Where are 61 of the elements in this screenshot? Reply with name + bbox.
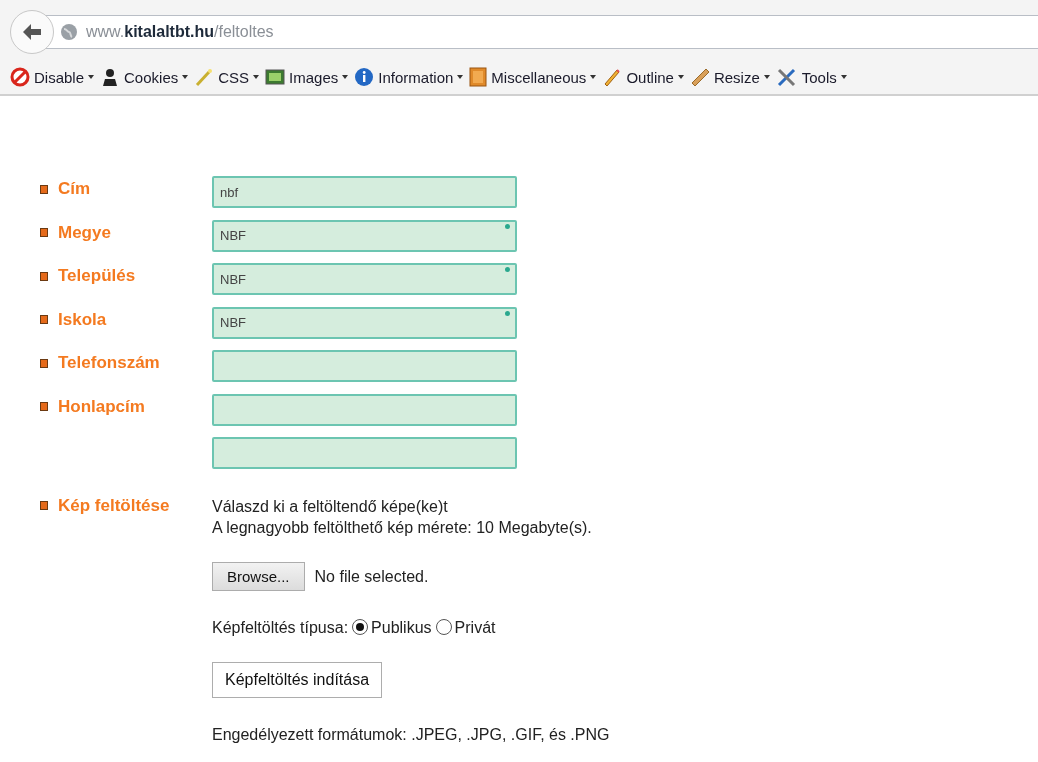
no-entry-icon	[10, 67, 30, 87]
toolbar-menu[interactable]: Miscellaneous	[469, 67, 603, 87]
caret-icon	[253, 75, 260, 79]
bullet-icon	[40, 358, 48, 368]
upload-button[interactable]: Képfeltöltés indítása	[212, 661, 383, 698]
caret-icon	[677, 75, 684, 79]
toolbar-menu[interactable]: Outline	[602, 67, 690, 87]
field-label: Kép feltöltése	[58, 495, 170, 516]
globe-icon	[60, 23, 78, 41]
toolbar-menu[interactable]: Images	[265, 68, 355, 86]
field-label: Telefonszám	[58, 353, 160, 373]
instruction-text: Válaszd ki a feltöltendő képe(ke)t	[212, 496, 449, 517]
radio-button[interactable]	[435, 619, 452, 635]
file-status: No file selected.	[314, 566, 429, 587]
upload-type-label: Képfeltöltés típusa:	[212, 617, 349, 638]
info-icon	[354, 67, 375, 87]
address-bar[interactable]: www.kitalaltbt.hu/feltoltes	[46, 15, 1038, 49]
image-icon	[265, 68, 286, 86]
toolbar-menu[interactable]: CSS	[194, 67, 266, 87]
input-field[interactable]	[212, 437, 517, 469]
input-field[interactable]	[212, 393, 517, 426]
caret-icon	[457, 75, 464, 79]
caret-icon	[763, 75, 770, 79]
input-field[interactable]: nbf	[212, 176, 517, 208]
field-label: Honlapcím	[58, 396, 145, 417]
caret-icon	[342, 75, 349, 79]
radio-button[interactable]	[352, 619, 369, 635]
input-field[interactable]: NBF	[212, 219, 517, 252]
formats-text: Engedélyezett formátumok: .JPEG, .JPG, .GIF, és .PNG	[212, 725, 610, 744]
bullet-icon	[40, 184, 48, 194]
input-field[interactable]	[212, 350, 517, 382]
toolbar-menu[interactable]: Disable	[10, 67, 101, 87]
caret-icon	[182, 75, 189, 79]
radio-label: Privát	[454, 617, 496, 638]
toolbar-menu[interactable]: Cookies	[100, 67, 195, 87]
field-label: Település	[58, 266, 136, 286]
caret-icon	[590, 75, 597, 79]
magic-wand-icon	[194, 67, 215, 87]
url-text: www.kitalaltbt.hu/feltoltes	[86, 23, 274, 41]
input-field[interactable]: NBF	[212, 263, 517, 295]
back-arrow-icon	[21, 22, 43, 42]
bullet-icon	[40, 228, 48, 237]
input-field[interactable]: NBF	[212, 306, 517, 339]
field-label: Iskola	[58, 309, 107, 330]
book-icon	[469, 67, 488, 87]
toolbar-menu[interactable]: Resize	[689, 67, 776, 87]
browse-button[interactable]: Browse...	[212, 561, 305, 591]
bullet-icon	[40, 271, 48, 281]
caret-icon	[840, 75, 847, 79]
field-label: Megye	[58, 222, 111, 243]
toolbar-menu[interactable]: Tools	[775, 67, 853, 87]
back-button[interactable]	[10, 10, 54, 54]
radio-label: Publikus	[371, 617, 432, 638]
bullet-icon	[40, 501, 48, 510]
max-size-text: A legnagyobb feltölthető kép mérete: 10 Megabyte(s).	[212, 517, 593, 538]
bullet-icon	[40, 315, 48, 324]
field-label: Cím	[58, 179, 91, 199]
toolbar-menu[interactable]: Information	[354, 67, 470, 87]
caret-icon	[88, 75, 95, 79]
bullet-icon	[40, 402, 48, 411]
ruler-icon	[689, 67, 710, 87]
